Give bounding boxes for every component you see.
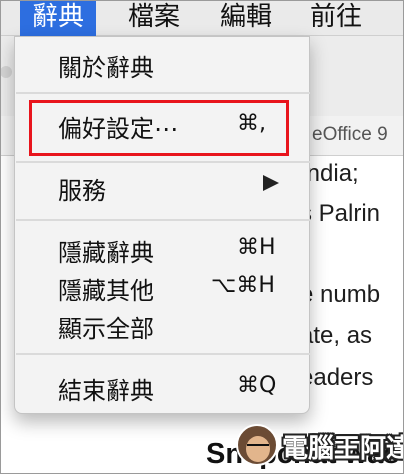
menubar-item-go[interactable]: 前往	[298, 0, 374, 36]
menu-item-label: 服務	[58, 177, 106, 205]
window-control-icon	[0, 66, 12, 78]
preferences-highlight-box	[29, 100, 289, 156]
watermark: 電腦王阿達	[236, 424, 404, 468]
menu-bar: 辭典 檔案 編輯 前往	[0, 0, 404, 36]
background-text-line: s Palrin	[300, 200, 381, 227]
menu-separator	[16, 353, 310, 355]
dictionary-menu: 關於辭典 偏好設定⋯ ⌘, 服務 隱藏辭典 ⌘H 隱藏其他 ⌥⌘H 顯示全部 結…	[14, 36, 310, 414]
menu-separator	[16, 219, 310, 221]
background-text-line: e numb	[300, 281, 381, 308]
menu-separator	[16, 161, 310, 163]
menu-item-label: 顯示全部	[58, 315, 154, 343]
avatar-glasses-icon	[247, 444, 269, 450]
background-text-line: ate, as	[300, 322, 373, 349]
menu-item-label: 關於辭典	[58, 54, 154, 82]
menu-item-hide-others[interactable]: 隱藏其他 ⌥⌘H	[15, 267, 309, 307]
menu-separator	[16, 92, 310, 94]
menu-item-quit[interactable]: 結束辭典 ⌘Q	[15, 367, 309, 407]
menubar-item-edit[interactable]: 編輯	[208, 0, 284, 36]
background-text-line: eaders	[300, 364, 374, 391]
menu-item-services[interactable]: 服務	[15, 167, 309, 207]
watermark-text: 電腦王阿達	[282, 434, 404, 464]
menu-item-label: 隱藏辭典	[58, 239, 154, 267]
menu-item-about[interactable]: 關於辭典	[15, 44, 309, 84]
submenu-arrow-icon	[263, 175, 279, 191]
menubar-item-file[interactable]: 檔案	[116, 0, 192, 36]
watermark-avatar	[236, 424, 278, 466]
menu-item-hide[interactable]: 隱藏辭典 ⌘H	[15, 229, 309, 269]
menu-item-show-all[interactable]: 顯示全部	[15, 305, 309, 345]
menubar-item-dictionary[interactable]: 辭典	[20, 0, 97, 36]
menu-item-label: 結束辭典	[58, 377, 154, 405]
menu-shortcut: ⌥⌘H	[211, 273, 275, 298]
background-tab-label: eOffice 9	[312, 124, 388, 145]
menu-shortcut: ⌘Q	[237, 373, 277, 398]
menu-item-label: 隱藏其他	[58, 277, 154, 305]
menu-shortcut: ⌘H	[237, 235, 276, 260]
